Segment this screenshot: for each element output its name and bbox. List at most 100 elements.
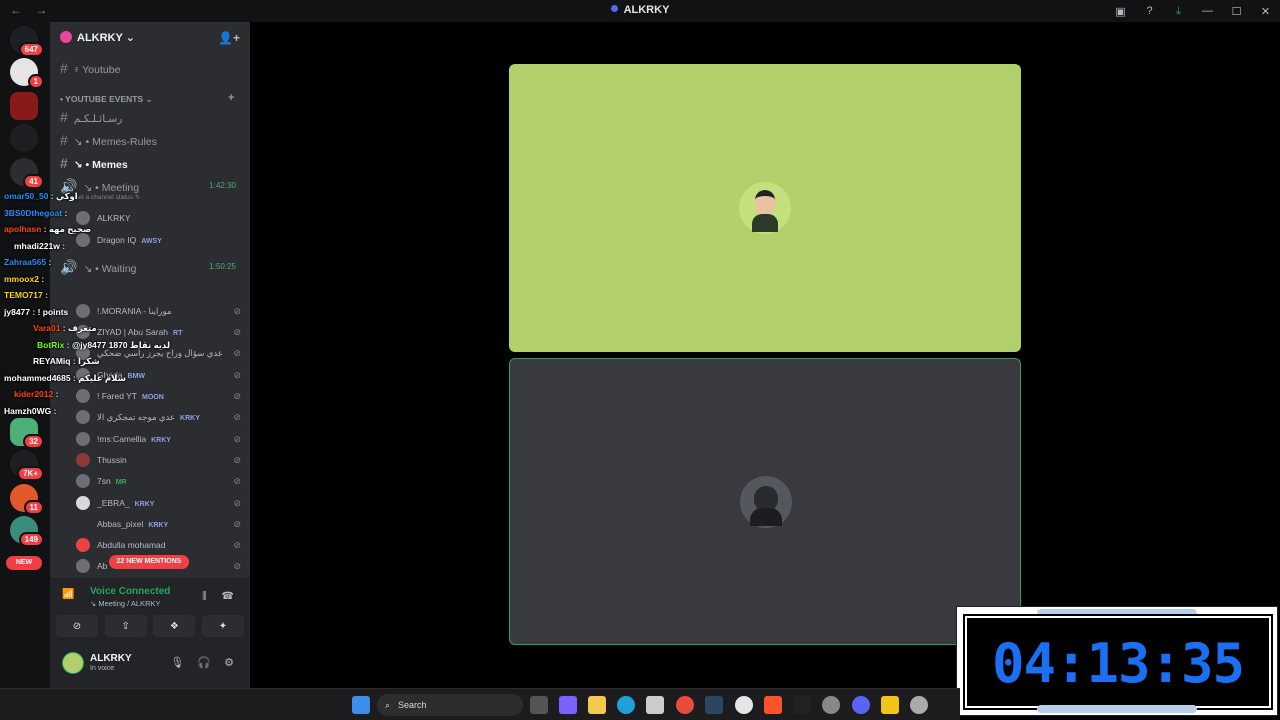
voice-channel-meeting[interactable]: 🔊 ↘ • Meeting 1:42:30 Set a channel statu… — [58, 176, 244, 201]
voice-user[interactable]: !ms:Camellia KRKY ⊘ — [76, 429, 241, 449]
user-tag: BMW — [127, 373, 146, 380]
server-icon[interactable] — [10, 124, 38, 152]
screen-share-button[interactable]: ⇪ — [104, 615, 147, 637]
avatar[interactable] — [62, 652, 84, 674]
window-title: ALKRKY — [0, 4, 1280, 16]
minimize-icon[interactable]: — — [1193, 0, 1222, 22]
chrome-icon[interactable] — [676, 696, 694, 714]
voice-user[interactable]: ! Fared YT MOON ⊘ — [76, 386, 241, 406]
channel-rasaelkom[interactable]: # رسـائـلـكـم — [58, 107, 244, 127]
server-icon[interactable]: 1 — [10, 58, 44, 89]
new-servers-pill[interactable]: NEW — [6, 556, 42, 570]
chevron-down-icon: ⌄ — [125, 32, 135, 44]
store-icon[interactable] — [646, 696, 664, 714]
new-mentions-pill[interactable]: 22 NEW MENTIONS — [109, 555, 189, 569]
user-panel: ALKRKY In voice 🎙 🎧 ⚙ — [50, 644, 250, 688]
microphone-icon[interactable]: 🎙 — [170, 657, 184, 669]
noise-suppression-icon[interactable]: ⫼ — [202, 591, 207, 602]
channel-name: ፥ Youtube — [73, 64, 121, 76]
gear-icon[interactable]: ⚙ — [224, 657, 234, 669]
voice-user[interactable]: ALKRKY — [76, 208, 241, 228]
activities-button[interactable]: ❖ — [153, 615, 196, 637]
signal-icon[interactable]: 📶 — [62, 589, 80, 607]
category-name: • YOUTUBE EVENTS ⌄ — [60, 94, 153, 104]
unread-badge: 41 — [23, 174, 44, 189]
unread-badge: 7K+ — [17, 466, 44, 481]
voice-user[interactable]: Thussin ⊘ — [76, 450, 241, 470]
avatar — [76, 559, 90, 573]
add-channel-icon[interactable]: + — [228, 92, 234, 104]
voice-user-name: Dragon IQ — [97, 235, 137, 245]
channel-youtube[interactable]: # ፥ Youtube — [58, 58, 244, 78]
server-icon[interactable]: 32 — [10, 418, 44, 449]
voice-status[interactable]: Voice Connected — [90, 586, 170, 597]
server-avatar-icon — [60, 31, 72, 43]
settings-icon[interactable] — [910, 696, 928, 714]
voice-user[interactable]: ZIYAD | Abu Sarah RT ⊘ — [76, 322, 241, 342]
help-icon[interactable]: ? — [1135, 0, 1164, 22]
maximize-icon[interactable]: ☐ — [1222, 0, 1251, 22]
channel-timer: 1:42:30 — [209, 181, 236, 190]
obs-icon[interactable] — [735, 696, 753, 714]
server-icon[interactable]: 41 — [10, 158, 44, 189]
brave-icon[interactable] — [764, 696, 782, 714]
headphones-icon[interactable]: 🎧 — [197, 657, 211, 669]
server-icon[interactable]: 11 — [10, 484, 44, 515]
invite-people-icon[interactable]: 👤+ — [218, 31, 240, 45]
capcut-icon[interactable] — [793, 696, 811, 714]
avatar — [76, 325, 90, 339]
voice-user[interactable]: 7sn MR ⊘ — [76, 471, 241, 491]
task-view-icon[interactable] — [530, 696, 548, 714]
voice-user[interactable]: Dragon IQ AWSY — [76, 230, 241, 250]
voice-user[interactable]: !.MORANIA - موراينا ⊘ — [76, 301, 241, 321]
screen-icon[interactable]: ▣ — [1106, 0, 1135, 22]
app-icon[interactable] — [881, 696, 899, 714]
soundboard-button[interactable]: ✦ — [201, 615, 244, 637]
participant-tile[interactable] — [509, 358, 1021, 645]
avatar-body — [752, 214, 778, 232]
voice-user[interactable]: _EBRA_ KRKY ⊘ — [76, 493, 241, 513]
file-explorer-icon[interactable] — [588, 696, 606, 714]
discord-icon[interactable] — [852, 696, 870, 714]
windows-start-icon[interactable] — [352, 696, 370, 714]
server-icon[interactable]: 149 — [10, 516, 44, 547]
hash-icon: # — [60, 109, 68, 125]
voice-user[interactable]: عدي موجه تمجكري الا KRKY ⊘ — [76, 407, 241, 427]
disconnect-icon[interactable]: ☎ — [222, 591, 234, 602]
discord-logo-icon — [610, 5, 618, 12]
participant-tile[interactable] — [509, 64, 1021, 352]
voice-user[interactable]: Ghada BMW ⊘ — [76, 365, 241, 385]
voice-location[interactable]: ↘ Meeting / ALKRKY — [90, 599, 161, 608]
close-icon[interactable]: ✕ — [1251, 0, 1280, 22]
server-header[interactable]: ALKRKY ⌄ 👤+ — [50, 22, 250, 54]
stream-timer-overlay: 04:13:35 — [956, 606, 1278, 716]
channel-memes[interactable]: # ↘ • Memes — [58, 153, 244, 173]
timer-value: 04:13:35 — [991, 632, 1245, 695]
category-youtube-events[interactable]: • YOUTUBE EVENTS ⌄ + — [60, 92, 234, 105]
channel-memes-rules[interactable]: # ↘ • Memes-Rules — [58, 130, 244, 150]
user-tag: MOON — [142, 394, 164, 401]
user-name[interactable]: ALKRKY — [90, 653, 132, 664]
avatar — [76, 453, 90, 467]
voice-user[interactable]: عدي سؤال وراح يجرز رأسي ضحكي ⊘ — [76, 343, 241, 363]
home-server-icon[interactable]: 647 — [10, 26, 44, 57]
unread-badge: 32 — [23, 434, 44, 449]
voice-user[interactable]: Abdulla mohamad ⊘ — [76, 535, 241, 555]
voice-channel-waiting[interactable]: 🔊 ↘ • Waiting 1:50:25 — [58, 257, 244, 277]
download-icon[interactable]: ⤓ — [1164, 0, 1193, 22]
edge-icon[interactable] — [617, 696, 635, 714]
taskbar: ⌕ Search — [0, 688, 960, 720]
search-label: Search — [398, 700, 427, 710]
channel-status[interactable]: Set a channel status ✎ — [74, 188, 140, 208]
voice-user[interactable]: Abbas_pixel KRKY ⊘ — [76, 514, 241, 534]
copilot-icon[interactable] — [559, 696, 577, 714]
server-icon[interactable]: 7K+ — [10, 450, 44, 481]
taskbar-search[interactable]: ⌕ Search — [377, 694, 523, 716]
channel-name: ↘ • Memes — [73, 159, 128, 171]
camera-off-button[interactable]: ⊘ — [56, 615, 98, 637]
hash-icon: # — [60, 132, 68, 148]
app-icon[interactable] — [822, 696, 840, 714]
avatar — [76, 432, 90, 446]
steam-icon[interactable] — [705, 696, 723, 714]
server-icon[interactable] — [10, 92, 38, 120]
